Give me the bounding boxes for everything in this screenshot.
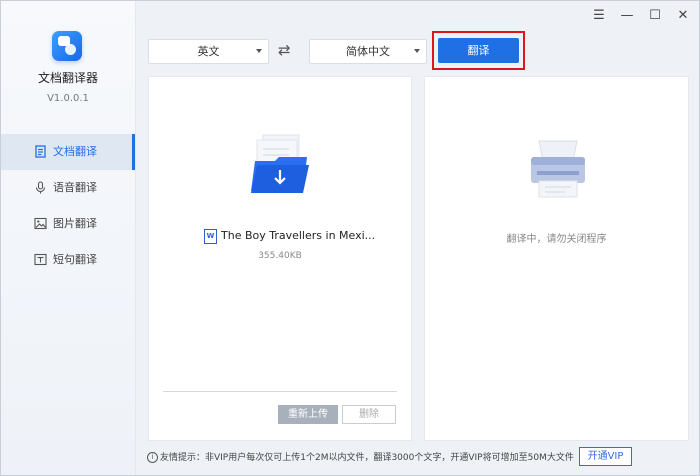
source-language-value: 英文 [197, 45, 220, 58]
target-language-select[interactable]: 简体中文 [309, 39, 427, 64]
source-language-select[interactable]: 英文 [148, 39, 269, 64]
sidebar: 文档翻译器 V1.0.0.1 文档翻译 语音翻译 图片翻译 短句翻译 [1, 1, 136, 475]
sidebar-item-label: 短句翻译 [53, 253, 97, 266]
footer-tip: 友情提示：非VIP用户每次仅可上传1个2M以内文件，翻译3000个文字，开通VI… [160, 453, 574, 463]
delete-button[interactable]: 删除 [342, 405, 396, 424]
document-icon [35, 145, 46, 158]
text-icon [34, 253, 47, 266]
image-icon [34, 217, 47, 230]
printer-icon [531, 140, 585, 198]
translation-result-panel: 翻译中，请勿关闭程序 [424, 76, 689, 441]
translate-button[interactable]: 翻译 [438, 38, 519, 63]
target-language-value: 简体中文 [346, 45, 390, 58]
menu-icon[interactable]: ☰ [590, 7, 608, 25]
file-size: 355.40KB [258, 251, 302, 261]
word-file-icon: W [204, 229, 217, 244]
sidebar-item-label: 图片翻译 [53, 217, 97, 230]
file-name: The Boy Travellers in Mexi... [221, 229, 376, 242]
divider [163, 391, 397, 392]
microphone-icon [35, 181, 46, 194]
sidebar-item-image-translate[interactable]: 图片翻译 [1, 206, 135, 242]
minimize-button[interactable]: — [618, 7, 636, 25]
close-button[interactable]: ✕ [674, 7, 692, 25]
document-upload-icon [251, 134, 309, 193]
sidebar-item-label: 语音翻译 [53, 181, 97, 194]
swap-languages-icon[interactable]: ⇄ [278, 41, 291, 59]
maximize-button[interactable]: ☐ [646, 7, 664, 25]
sidebar-item-sentence-translate[interactable]: 短句翻译 [1, 242, 135, 278]
reupload-button[interactable]: 重新上传 [278, 405, 338, 424]
app-logo-icon [52, 31, 82, 61]
app-version: V1.0.0.1 [47, 93, 89, 104]
sidebar-nav: 文档翻译 语音翻译 图片翻译 短句翻译 [1, 134, 135, 278]
chevron-down-icon [256, 49, 262, 53]
source-file-panel: W The Boy Travellers in Mexi... 355.40KB… [148, 76, 412, 441]
sidebar-item-voice-translate[interactable]: 语音翻译 [1, 170, 135, 206]
app-name: 文档翻译器 [37, 71, 98, 85]
info-icon: i [147, 452, 158, 463]
chevron-down-icon [414, 49, 420, 53]
sidebar-item-label: 文档翻译 [53, 145, 97, 158]
open-vip-button[interactable]: 开通VIP [579, 447, 632, 466]
translation-status: 翻译中，请勿关闭程序 [506, 234, 607, 245]
app-window: 文档翻译器 V1.0.0.1 文档翻译 语音翻译 图片翻译 短句翻译 ☰ — ☐… [0, 0, 700, 476]
sidebar-item-document-translate[interactable]: 文档翻译 [1, 134, 135, 170]
